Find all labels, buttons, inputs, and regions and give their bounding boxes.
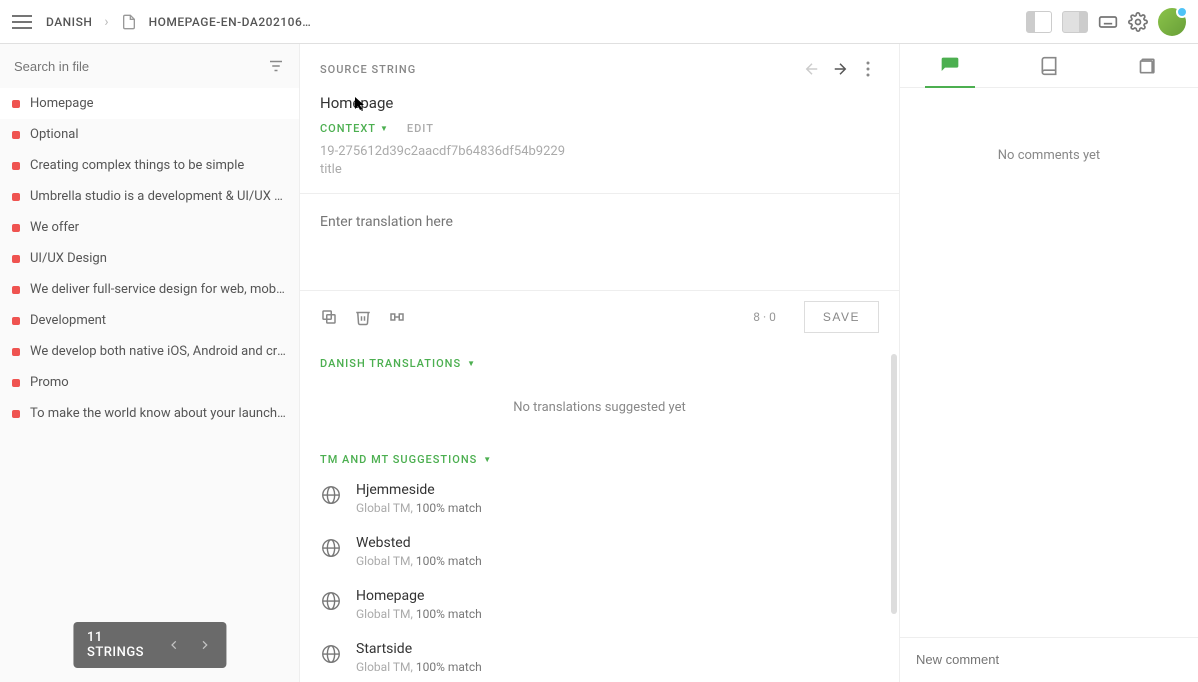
string-text: Umbrella studio is a development & UI/UX… [30, 189, 287, 204]
filter-icon[interactable] [267, 57, 285, 75]
status-dot [12, 286, 20, 294]
string-item[interactable]: Homepage [0, 88, 299, 119]
status-dot [12, 255, 20, 263]
globe-icon [320, 590, 342, 612]
string-text: Development [30, 313, 106, 328]
string-item[interactable]: UI/UX Design [0, 243, 299, 274]
source-string-text: Homepage [300, 84, 899, 116]
globe-icon [320, 643, 342, 665]
book-icon [1039, 56, 1059, 76]
globe-icon [320, 537, 342, 559]
suggestions-list: Hjemmeside Global TM, 100% match Websted Gl… [300, 472, 899, 682]
sidebar: Homepage Optional Creating complex things … [0, 44, 300, 682]
suggestion-meta: Global TM, 100% match [356, 660, 482, 674]
gear-icon[interactable] [1128, 12, 1148, 32]
copy-icon[interactable] [320, 308, 338, 326]
breadcrumb: DANISH › HOMEPAGE-EN-DA202106… [46, 14, 311, 30]
scrollbar[interactable] [891, 354, 897, 614]
status-dot [12, 379, 20, 387]
string-text: UI/UX Design [30, 251, 107, 266]
string-item[interactable]: We deliver full-service design for web, … [0, 274, 299, 305]
comment-icon [940, 56, 960, 76]
trash-icon[interactable] [354, 308, 372, 326]
no-comments-msg: No comments yet [900, 88, 1198, 637]
globe-icon [320, 484, 342, 506]
string-text: We deliver full-service design for web, … [30, 282, 287, 297]
layout-left-button[interactable] [1026, 11, 1052, 33]
suggestion-meta: Global TM, 100% match [356, 501, 482, 515]
suggestion-item[interactable]: Homepage Global TM, 100% match [300, 578, 899, 631]
char-count: 8 · 0 [753, 310, 776, 324]
string-text: Homepage [30, 96, 94, 111]
prev-string-button[interactable] [801, 58, 823, 80]
status-dot [12, 224, 20, 232]
right-panel: No comments yet [900, 44, 1198, 682]
chevron-right-icon: › [104, 14, 108, 30]
file-icon [121, 14, 137, 30]
string-item[interactable]: Creating complex things to be simple [0, 150, 299, 181]
status-dot [12, 131, 20, 139]
string-text: Creating complex things to be simple [30, 158, 244, 173]
suggestion-text: Hjemmeside [356, 482, 482, 498]
topbar: DANISH › HOMEPAGE-EN-DA202106… [0, 0, 1198, 44]
tab-glossary[interactable] [999, 44, 1098, 87]
string-text: We offer [30, 220, 79, 235]
next-arrow-icon[interactable] [197, 636, 212, 654]
tab-history[interactable] [1099, 44, 1198, 87]
tab-comments[interactable] [900, 44, 999, 87]
string-text: Optional [30, 127, 78, 142]
string-item[interactable]: We develop both native iOS, Android and … [0, 336, 299, 367]
more-icon[interactable] [857, 58, 879, 80]
suggestion-text: Websted [356, 535, 482, 551]
status-dot [12, 193, 20, 201]
tm-heading[interactable]: TM AND MT SUGGESTIONS▼ [320, 453, 879, 466]
no-translations-msg: No translations suggested yet [300, 376, 899, 439]
string-item[interactable]: Promo [0, 367, 299, 398]
string-item[interactable]: Optional [0, 119, 299, 150]
comment-input[interactable] [916, 652, 1182, 667]
stack-icon [1138, 56, 1158, 76]
keyboard-icon[interactable] [1098, 12, 1118, 32]
suggestion-meta: Global TM, 100% match [356, 554, 482, 568]
string-list: Homepage Optional Creating complex things … [0, 88, 299, 682]
suggestion-text: Startside [356, 641, 482, 657]
breadcrumb-file[interactable]: HOMEPAGE-EN-DA202106… [149, 15, 312, 29]
menu-icon[interactable] [12, 15, 32, 29]
string-text: To make the world know about your launch… [30, 406, 287, 421]
string-item[interactable]: Umbrella studio is a development & UI/UX… [0, 181, 299, 212]
source-string-label: SOURCE STRING [320, 63, 416, 76]
status-dot [12, 317, 20, 325]
status-dot [12, 348, 20, 356]
suggestion-item[interactable]: Hjemmeside Global TM, 100% match [300, 472, 899, 525]
layout-right-button[interactable] [1062, 11, 1088, 33]
context-dropdown[interactable]: CONTEXT▼ [320, 122, 389, 135]
suggestion-text: Homepage [356, 588, 482, 604]
translation-input[interactable] [300, 194, 899, 286]
status-dot [12, 410, 20, 418]
status-dot [12, 100, 20, 108]
string-text: We develop both native iOS, Android and … [30, 344, 287, 359]
suggestion-meta: Global TM, 100% match [356, 607, 482, 621]
save-button[interactable]: SAVE [804, 301, 879, 333]
translations-heading[interactable]: DANISH TRANSLATIONS▼ [320, 357, 879, 370]
suggestion-item[interactable]: Websted Global TM, 100% match [300, 525, 899, 578]
string-item[interactable]: Development [0, 305, 299, 336]
search-input[interactable] [14, 59, 267, 74]
edit-button[interactable]: EDIT [407, 122, 434, 135]
string-item[interactable]: We offer [0, 212, 299, 243]
strings-footer: 11 STRINGS [73, 622, 226, 668]
string-item[interactable]: To make the world know about your launch… [0, 398, 299, 429]
avatar[interactable] [1158, 8, 1186, 36]
editor: SOURCE STRING Homepage CONTEXT▼ EDIT 19-… [300, 44, 900, 682]
status-dot [12, 162, 20, 170]
next-string-button[interactable] [829, 58, 851, 80]
string-text: Promo [30, 375, 69, 390]
breadcrumb-language[interactable]: DANISH [46, 15, 92, 29]
context-detail: 19-275612d39c2aacdf7b64836df54b9229 titl… [300, 141, 899, 193]
insert-tag-icon[interactable] [388, 308, 406, 326]
prev-arrow-icon[interactable] [166, 636, 181, 654]
suggestion-item[interactable]: Startside Global TM, 100% match [300, 631, 899, 682]
strings-count: 11 STRINGS [87, 630, 150, 660]
